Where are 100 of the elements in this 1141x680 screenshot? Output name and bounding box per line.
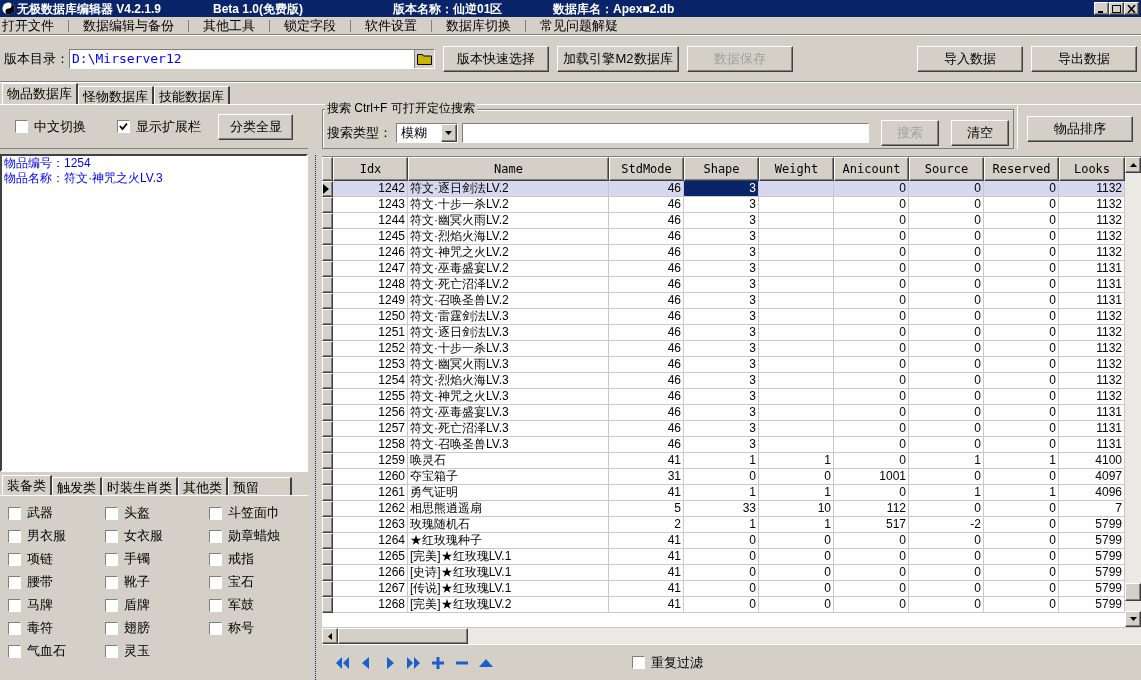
checkbox[interactable]	[208, 621, 222, 635]
table-row[interactable]: 1250 符文·雷霆剑法LV.3 46 3 0 0 0 1132	[322, 309, 1125, 325]
tab[interactable]: 物品数据库	[2, 83, 78, 104]
tab[interactable]: 预留	[228, 477, 292, 495]
toolbar-button[interactable]: 导出数据	[1031, 45, 1137, 72]
checkbox[interactable]	[208, 506, 222, 520]
scroll-down-icon[interactable]	[1129, 617, 1137, 621]
tab[interactable]: 怪物数据库	[78, 86, 154, 104]
column-header[interactable]: Shape	[684, 157, 759, 181]
search-field[interactable]	[461, 123, 869, 143]
table-row[interactable]: 1252 符文·十步一杀LV.3 46 3 0 0 0 1132	[322, 341, 1125, 357]
table-row[interactable]: 1243 符文·十步一杀LV.2 46 3 0 0 0 1132	[322, 197, 1125, 213]
column-header[interactable]: Name	[408, 157, 609, 181]
row-indicator[interactable]	[322, 501, 333, 517]
menu-item[interactable]: 软件设置	[363, 15, 419, 36]
column-header[interactable]: Source	[909, 157, 984, 181]
table-row[interactable]: 1260 夺宝箱子 31 0 0 1001 0 0 4097	[322, 469, 1125, 485]
row-indicator[interactable]	[322, 533, 333, 549]
directory-field[interactable]: D:\Mirserver12	[69, 48, 435, 69]
column-header[interactable]: StdMode	[609, 157, 684, 181]
tab[interactable]: 装备类	[2, 475, 52, 495]
row-indicator[interactable]	[322, 197, 333, 213]
maximize-icon[interactable]	[1109, 2, 1124, 15]
row-indicator[interactable]	[322, 213, 333, 229]
column-header[interactable]: Anicount	[834, 157, 909, 181]
table-row[interactable]: 1248 符文·死亡沼泽LV.2 46 3 0 0 0 1131	[322, 277, 1125, 293]
search-type-dropdown[interactable]: 模糊	[396, 123, 458, 143]
scroll-thumb[interactable]	[1125, 583, 1141, 601]
table-row[interactable]: 1246 符文·神咒之火LV.2 46 3 0 0 0 1132	[322, 245, 1125, 261]
scroll-thumb[interactable]	[338, 628, 468, 644]
row-indicator[interactable]	[322, 453, 333, 469]
table-row[interactable]: 1268 [完美]★红玫瑰LV.2 41 0 0 0 0 0 5799	[322, 597, 1125, 613]
row-indicator[interactable]	[322, 309, 333, 325]
row-indicator[interactable]	[322, 485, 333, 501]
checkbox[interactable]	[208, 529, 222, 543]
row-indicator[interactable]	[322, 581, 333, 597]
checkbox[interactable]	[105, 552, 119, 566]
double-right-arrow-icon[interactable]	[406, 654, 422, 671]
checkbox[interactable]	[105, 598, 119, 612]
checkbox[interactable]	[208, 575, 222, 589]
checkbox[interactable]	[105, 529, 119, 543]
row-indicator[interactable]	[322, 373, 333, 389]
sort-button[interactable]: 物品排序	[1026, 116, 1133, 142]
checkbox[interactable]	[8, 529, 21, 543]
checkbox[interactable]	[15, 120, 28, 133]
row-indicator[interactable]	[322, 293, 333, 309]
table-row[interactable]: 1258 符文·召唤圣兽LV.3 46 3 0 0 0 1131	[322, 437, 1125, 453]
scroll-up-icon[interactable]	[1129, 163, 1137, 167]
checkbox[interactable]	[8, 552, 21, 566]
row-indicator[interactable]	[322, 565, 333, 581]
toolbar-button[interactable]: 版本快速选择	[443, 45, 549, 72]
row-indicator[interactable]	[322, 277, 333, 293]
table-row[interactable]: 1249 符文·召唤圣兽LV.2 46 3 0 0 0 1131	[322, 293, 1125, 309]
table-row[interactable]: 1259 唤灵石 41 1 1 0 1 1 4100	[322, 453, 1125, 469]
table-row[interactable]: 1254 符文·烈焰火海LV.3 46 3 0 0 0 1132	[322, 373, 1125, 389]
checkbox[interactable]	[117, 120, 131, 133]
checkbox[interactable]	[8, 598, 21, 612]
column-header[interactable]: Weight	[759, 157, 834, 181]
table-row[interactable]: 1264 ★红玫瑰种子 41 0 0 0 0 0 5799	[322, 533, 1125, 549]
menu-item[interactable]: 数据库切换	[444, 15, 513, 36]
column-header[interactable]: Idx	[333, 157, 408, 181]
table-row[interactable]: 1247 符文·巫毒盛宴LV.2 46 3 0 0 0 1131	[322, 261, 1125, 277]
table-row[interactable]: 1257 符文·死亡沼泽LV.3 46 3 0 0 0 1131	[322, 421, 1125, 437]
row-indicator[interactable]	[322, 229, 333, 245]
checkbox[interactable]	[632, 656, 645, 669]
menu-item[interactable]: 锁定字段	[282, 15, 338, 36]
toolbar-button[interactable]: 导入数据	[917, 45, 1023, 72]
menu-item[interactable]: 其他工具	[201, 15, 257, 36]
row-indicator[interactable]	[322, 405, 333, 421]
tab[interactable]: 其他类	[178, 477, 228, 495]
row-indicator[interactable]	[322, 597, 333, 613]
checkbox[interactable]	[8, 575, 21, 589]
row-indicator[interactable]	[322, 341, 333, 357]
tab[interactable]: 技能数据库	[154, 86, 230, 104]
table-row[interactable]: 1251 符文·逐日剑法LV.3 46 3 0 0 0 1132	[322, 325, 1125, 341]
row-indicator[interactable]	[322, 261, 333, 277]
checkbox[interactable]	[105, 506, 119, 520]
column-header[interactable]: Looks	[1059, 157, 1125, 181]
table-row[interactable]: 1255 符文·神咒之火LV.3 46 3 0 0 0 1132	[322, 389, 1125, 405]
checkbox[interactable]	[8, 644, 21, 658]
table-row[interactable]: 1242 符文·逐日剑法LV.2 46 3 0 0 0 1132	[322, 181, 1125, 197]
scroll-left-icon[interactable]	[328, 632, 332, 640]
menu-item[interactable]: 数据编辑与备份	[81, 15, 176, 36]
checkbox[interactable]	[208, 552, 222, 566]
table-row[interactable]: 1265 [完美]★红玫瑰LV.1 41 0 0 0 0 0 5799	[322, 549, 1125, 565]
row-indicator[interactable]	[322, 437, 333, 453]
table-row[interactable]: 1256 符文·巫毒盛宴LV.3 46 3 0 0 0 1131	[322, 405, 1125, 421]
table-row[interactable]: 1261 勇气证明 41 1 1 0 1 1 4096	[322, 485, 1125, 501]
horizontal-scrollbar[interactable]	[322, 627, 1141, 644]
menu-item[interactable]: 常见问题解疑	[538, 15, 620, 36]
row-indicator[interactable]	[322, 517, 333, 533]
table-row[interactable]: 1267 [传说]★红玫瑰LV.1 41 0 0 0 0 0 5799	[322, 581, 1125, 597]
row-indicator[interactable]	[322, 389, 333, 405]
checkbox[interactable]	[105, 575, 119, 589]
plus-icon[interactable]	[430, 654, 446, 671]
table-row[interactable]: 1253 符文·幽冥火雨LV.3 46 3 0 0 0 1132	[322, 357, 1125, 373]
minimize-icon[interactable]	[1094, 2, 1109, 15]
table-row[interactable]: 1263 玫瑰随机石 2 1 1 517 -2 0 5799	[322, 517, 1125, 533]
row-indicator[interactable]	[322, 469, 333, 485]
row-indicator[interactable]	[322, 181, 333, 197]
